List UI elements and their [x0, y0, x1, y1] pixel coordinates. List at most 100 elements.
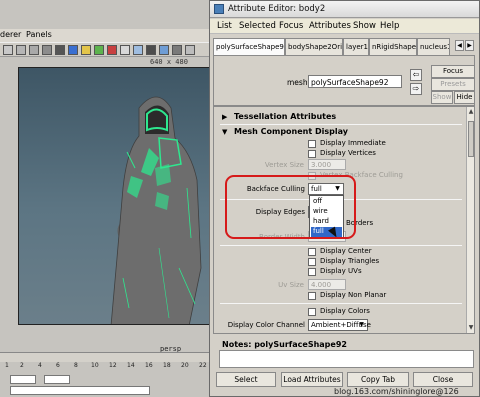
- backface-culling-dropdown[interactable]: full ▼: [308, 183, 344, 195]
- wire-icon[interactable]: [42, 45, 52, 55]
- viewport-toolbar: [0, 42, 214, 57]
- textured-icon[interactable]: [68, 45, 78, 55]
- vertex-size-field[interactable]: 3.000: [308, 159, 346, 170]
- frame-number: 22: [199, 362, 207, 369]
- display-center-checkbox[interactable]: [308, 248, 316, 256]
- light-icon[interactable]: [81, 45, 91, 55]
- display-uvs-checkbox[interactable]: [308, 268, 316, 276]
- section-title: Mesh Component Display: [234, 127, 348, 136]
- go-to-input-icon[interactable]: ⇦: [410, 69, 422, 81]
- range-start-field[interactable]: [44, 375, 70, 384]
- vertex-backface-culling-checkbox[interactable]: [308, 172, 316, 180]
- presets-button[interactable]: Presets: [431, 78, 475, 91]
- scroll-up-icon[interactable]: ▲: [467, 108, 474, 116]
- tab-scroll-arrows: ◀ ▶: [455, 40, 475, 52]
- display-immediate-checkbox[interactable]: [308, 140, 316, 148]
- frame-number: 10: [91, 362, 99, 369]
- menu-panels[interactable]: Panels: [26, 30, 52, 39]
- maya-app-icon: [214, 4, 224, 14]
- display-vertices-label: Display Vertices: [320, 149, 376, 157]
- node-name-field[interactable]: polySurfaceShape92: [308, 75, 402, 88]
- tab-left-arrow-icon[interactable]: ◀: [455, 40, 464, 51]
- load-attributes-button[interactable]: Load Attributes: [281, 372, 343, 387]
- xray-icon[interactable]: [107, 45, 117, 55]
- tab-nucleus1[interactable]: nucleus1: [417, 38, 450, 55]
- section-tessellation[interactable]: ▶ Tessellation Attributes: [218, 111, 462, 123]
- editor-menubar: List Selected Focus Attributes Show Help: [210, 19, 479, 34]
- hud-icon[interactable]: [172, 45, 182, 55]
- display-colors-checkbox[interactable]: [308, 308, 316, 316]
- film-gate-icon[interactable]: [133, 45, 143, 55]
- uv-size-field[interactable]: 4.000: [308, 279, 346, 290]
- resolution-label: 640 x 480: [150, 58, 188, 66]
- safe-action-icon[interactable]: [146, 45, 156, 55]
- focus-button[interactable]: Focus: [431, 65, 475, 78]
- tab-nrigidshape6[interactable]: nRigidShape6: [369, 38, 417, 55]
- notes-textarea[interactable]: [219, 350, 474, 368]
- menu-show[interactable]: Show: [353, 21, 376, 31]
- copy-tab-button[interactable]: Copy Tab: [347, 372, 409, 387]
- show-button[interactable]: Show: [431, 91, 453, 104]
- option-off[interactable]: off: [311, 197, 342, 207]
- divider: [220, 303, 462, 304]
- frame-number: 16: [145, 362, 153, 369]
- mesh-label: mesh:: [287, 78, 311, 87]
- timeline-numbers: 1 2 4 6 8 10 12 14 16 18 20 22: [0, 362, 214, 371]
- camera-icon[interactable]: [3, 45, 13, 55]
- close-button[interactable]: Close: [413, 372, 473, 387]
- display-triangles-checkbox[interactable]: [308, 258, 316, 266]
- isolate-icon[interactable]: [94, 45, 104, 55]
- section-mesh-component-display[interactable]: ▼ Mesh Component Display: [218, 126, 462, 138]
- borders-label: Borders: [346, 219, 374, 227]
- tab-layer1[interactable]: layer1: [343, 38, 369, 55]
- frame-number: 6: [56, 362, 60, 369]
- option-hard[interactable]: hard: [311, 217, 342, 227]
- scroll-thumb[interactable]: [468, 121, 474, 157]
- frame-number: 14: [127, 362, 135, 369]
- menu-list[interactable]: List: [217, 21, 232, 31]
- command-line[interactable]: [10, 386, 150, 395]
- display-immediate-label: Display Immediate: [320, 139, 386, 147]
- scroll-down-icon[interactable]: ▼: [467, 324, 474, 332]
- tab-bodyshape2orig[interactable]: bodyShape2Orig: [285, 38, 343, 55]
- node-tabs: polySurfaceShape92 bodyShape2Orig layer1…: [213, 38, 475, 56]
- vertex-backface-culling-label: Vertex Backface Culling: [320, 171, 403, 179]
- render-icon[interactable]: [185, 45, 195, 55]
- display-non-planar-checkbox[interactable]: [308, 292, 316, 300]
- hide-button[interactable]: Hide: [454, 91, 475, 104]
- tab-right-arrow-icon[interactable]: ▶: [465, 40, 474, 51]
- display-vertices-checkbox[interactable]: [308, 150, 316, 158]
- option-wire[interactable]: wire: [311, 207, 342, 217]
- resolution-gate-icon[interactable]: [120, 45, 130, 55]
- title-bar[interactable]: Attribute Editor: body2: [210, 1, 479, 18]
- display-edges-label: Display Edges: [255, 208, 305, 216]
- shaded-icon[interactable]: [55, 45, 65, 55]
- display-triangles-label: Display Triangles: [320, 257, 380, 265]
- tab-polysurfaceshape92[interactable]: polySurfaceShape92: [213, 38, 285, 56]
- menu-attributes[interactable]: Attributes: [309, 21, 351, 31]
- vertical-scrollbar[interactable]: ▲ ▼: [466, 107, 474, 333]
- menu-selected[interactable]: Selected: [239, 21, 276, 31]
- frame-number: 2: [20, 362, 24, 369]
- safe-title-icon[interactable]: [159, 45, 169, 55]
- go-to-output-icon[interactable]: ⇨: [410, 83, 422, 95]
- timeline-slider[interactable]: [0, 352, 214, 362]
- dropdown-arrow-icon: ▼: [359, 321, 364, 328]
- cube-icon[interactable]: [29, 45, 39, 55]
- display-color-channel-dropdown[interactable]: Ambient+Diffuse ▼: [308, 319, 371, 331]
- character-model: [110, 96, 202, 324]
- grid-icon[interactable]: [16, 45, 26, 55]
- expanded-triangle-icon: ▼: [222, 128, 228, 136]
- display-non-planar-label: Display Non Planar: [320, 291, 387, 299]
- menu-renderer[interactable]: derer: [0, 30, 21, 39]
- menu-focus[interactable]: Focus: [279, 21, 303, 31]
- menu-help[interactable]: Help: [380, 21, 399, 31]
- frame-number: 1: [5, 362, 9, 369]
- frame-number: 20: [181, 362, 189, 369]
- frame-number: 4: [38, 362, 42, 369]
- perspective-viewport[interactable]: [18, 67, 214, 325]
- select-button[interactable]: Select: [216, 372, 276, 387]
- attribute-scroll-panel[interactable]: ▲ ▼ ▶ Tessellation Attributes ▼ Mesh Com…: [213, 106, 475, 334]
- start-frame-field[interactable]: [10, 375, 36, 384]
- divider: [220, 245, 462, 246]
